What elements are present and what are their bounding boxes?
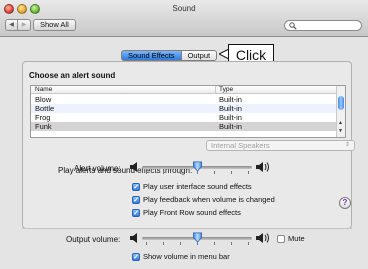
- alert-sound-table[interactable]: Name Type Blow Built-in Bottle Built-in …: [30, 85, 346, 138]
- checkmark-icon: ✓: [132, 182, 140, 191]
- table-row[interactable]: Bottle Built-in: [31, 104, 337, 113]
- ui-sound-effects-checkbox[interactable]: ✓ Play user interface sound effects: [132, 182, 252, 191]
- alert-volume-label: Alert volume:: [74, 164, 121, 173]
- slider-tick: [214, 242, 215, 245]
- tab-sound-effects[interactable]: Sound Effects: [121, 50, 182, 61]
- column-header-name[interactable]: Name: [35, 86, 52, 94]
- slider-knob[interactable]: [192, 161, 203, 172]
- scroll-down-icon[interactable]: ▼: [338, 128, 343, 134]
- checkbox-label: Play Front Row sound effects: [143, 208, 241, 217]
- slider-tick: [214, 171, 215, 174]
- slider-tick: [180, 171, 181, 174]
- divider: [22, 228, 352, 229]
- checkbox-label: Mute: [288, 234, 305, 243]
- search-icon: [289, 22, 297, 30]
- slider-tick: [248, 242, 249, 245]
- checkbox-label: Play user interface sound effects: [143, 182, 252, 191]
- table-scrollbar[interactable]: ▲ ▼: [336, 86, 345, 137]
- row-name: Funk: [35, 122, 52, 131]
- feedback-volume-checkbox[interactable]: ✓ Play feedback when volume is changed: [132, 195, 275, 204]
- slider-tick: [146, 242, 147, 245]
- scroll-up-icon[interactable]: ▲: [338, 120, 343, 126]
- output-volume-slider[interactable]: [142, 232, 252, 246]
- row-name: Bottle: [35, 104, 55, 113]
- checkmark-icon: ✓: [132, 195, 140, 204]
- slider-tick: [146, 171, 147, 174]
- play-through-value: Internal Speakers: [211, 141, 270, 150]
- slider-tick: [248, 171, 249, 174]
- window-titlebar: Sound ◀ ▶ Show All: [0, 0, 368, 37]
- row-type: Built-in: [219, 95, 242, 104]
- speaker-high-icon: [256, 233, 269, 243]
- row-type: Built-in: [219, 113, 242, 122]
- play-through-select[interactable]: Internal Speakers ⇕: [206, 140, 355, 151]
- alert-volume-slider[interactable]: [142, 161, 252, 175]
- table-header: Name Type: [31, 86, 337, 94]
- nav-segment: ◀ ▶: [5, 19, 31, 31]
- slider-tick: [231, 171, 232, 174]
- table-row-selected[interactable]: Funk Built-in: [31, 122, 337, 131]
- checkmark-icon: ✓: [132, 208, 140, 217]
- checkbox-box: [277, 234, 285, 243]
- row-name: Frog: [35, 113, 51, 122]
- table-row[interactable]: Frog Built-in: [31, 113, 337, 122]
- forward-button[interactable]: ▶: [18, 19, 31, 31]
- checkbox-label: Play feedback when volume is changed: [143, 195, 275, 204]
- scrollbar-thumb[interactable]: [338, 96, 344, 110]
- slider-tick: [163, 171, 164, 174]
- table-row[interactable]: Blow Built-in: [31, 95, 337, 104]
- column-header-type[interactable]: Type: [215, 86, 233, 94]
- checkmark-icon: ✓: [132, 252, 140, 261]
- checkbox-label: Show volume in menu bar: [143, 252, 230, 261]
- row-type: Built-in: [219, 104, 242, 113]
- slider-tick: [163, 242, 164, 245]
- tab-output[interactable]: Output: [181, 50, 218, 61]
- row-type: Built-in: [219, 122, 242, 131]
- search-input[interactable]: [284, 20, 362, 31]
- output-volume-label: Output volume:: [66, 235, 121, 244]
- front-row-checkbox[interactable]: ✓ Play Front Row sound effects: [132, 208, 241, 217]
- slider-knob[interactable]: [192, 232, 203, 243]
- row-name: Blow: [35, 95, 52, 104]
- preferences-content: Sound Effects Output Click Choose an ale…: [0, 37, 368, 269]
- slider-tick: [231, 242, 232, 245]
- chevron-updown-icon: ⇕: [344, 142, 350, 148]
- mute-checkbox[interactable]: Mute: [277, 234, 305, 243]
- tab-bar: Sound Effects Output: [121, 50, 218, 61]
- help-button[interactable]: ?: [339, 197, 351, 209]
- back-button[interactable]: ◀: [5, 19, 18, 31]
- show-volume-menubar-checkbox[interactable]: ✓ Show volume in menu bar: [132, 252, 230, 261]
- slider-tick: [180, 242, 181, 245]
- speaker-high-icon: [256, 162, 269, 172]
- section-title: Choose an alert sound: [29, 71, 116, 80]
- speaker-low-icon: [130, 162, 137, 172]
- speaker-low-icon: [130, 233, 137, 243]
- window-title: Sound: [172, 4, 196, 13]
- show-all-button[interactable]: Show All: [33, 19, 76, 31]
